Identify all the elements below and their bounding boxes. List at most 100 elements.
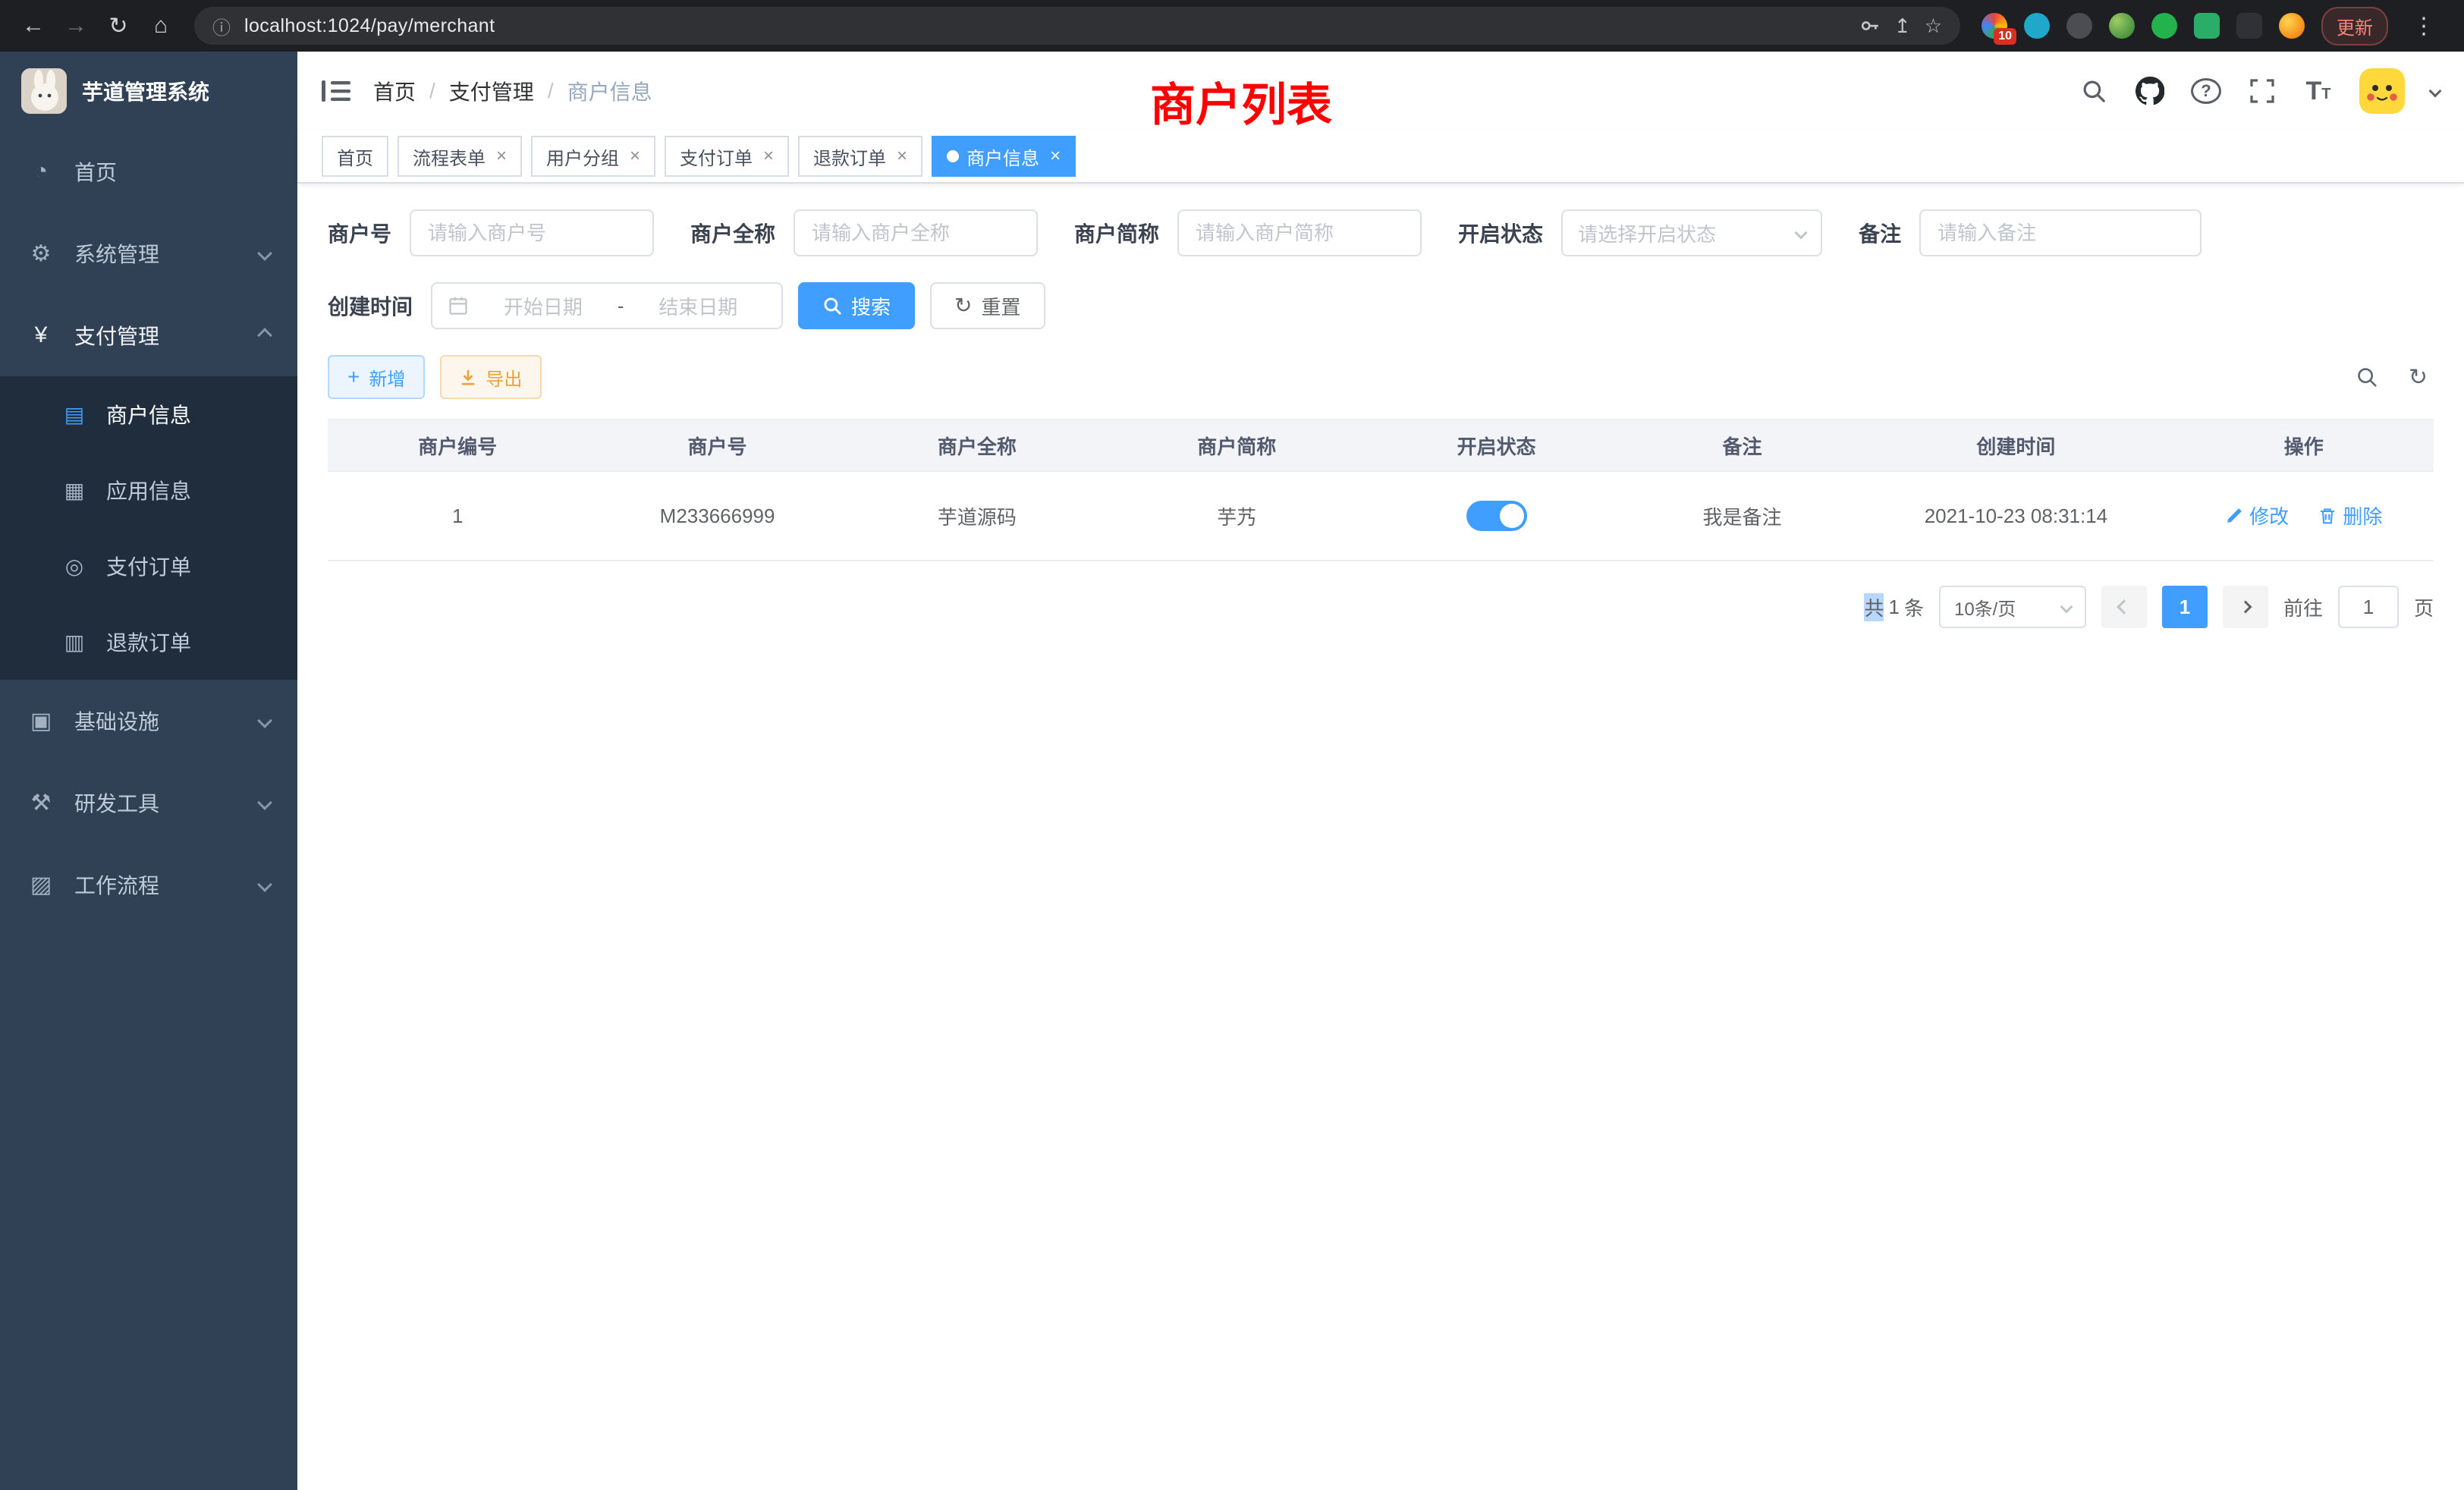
toggle-search-icon[interactable]: [2356, 366, 2378, 388]
reset-button[interactable]: ↻ 重置: [930, 282, 1045, 329]
bookmark-star-icon[interactable]: ☆: [1925, 14, 1942, 38]
close-icon[interactable]: ×: [897, 146, 907, 167]
current-page-button[interactable]: 1: [2162, 586, 2208, 628]
filter-create-time: 创建时间 开始日期 - 结束日期: [328, 282, 783, 329]
hamburger-icon[interactable]: [322, 79, 350, 103]
tab-refund-order[interactable]: 退款订单×: [798, 136, 922, 177]
next-page-button[interactable]: [2223, 586, 2268, 628]
cell-merchant-id: 1: [328, 471, 587, 561]
chevron-down-icon[interactable]: [2429, 85, 2442, 98]
extension-icon[interactable]: [2024, 13, 2050, 39]
search-icon[interactable]: [2079, 74, 2109, 108]
extension-icon[interactable]: 10: [1982, 13, 2007, 39]
gear-icon: ⚙: [27, 240, 55, 267]
sidebar-item-home[interactable]: ◔ 首页: [0, 130, 297, 212]
extension-icon[interactable]: [2279, 13, 2305, 39]
active-tab-dot: [947, 150, 959, 162]
sidebar-item-app-info[interactable]: ▦ 应用信息: [0, 452, 297, 528]
tab-user-group[interactable]: 用户分组×: [531, 136, 655, 177]
close-icon[interactable]: ×: [763, 146, 774, 167]
remark-input[interactable]: [1919, 209, 2202, 256]
tab-merchant-info[interactable]: 商户信息×: [932, 136, 1076, 177]
close-icon[interactable]: ×: [630, 146, 640, 167]
sidebar-item-merchant-info[interactable]: ▤ 商户信息: [0, 376, 297, 452]
home-icon[interactable]: ⌂: [140, 5, 182, 47]
table-row: 1 M233666999 芋道源码 芋艿 我是备注 2021-10-23 08:…: [328, 471, 2434, 561]
status-toggle[interactable]: [1466, 501, 1527, 531]
tab-home[interactable]: 首页: [322, 136, 388, 177]
sidebar-item-workflow[interactable]: ▨ 工作流程: [0, 844, 297, 926]
goto-page-input[interactable]: [2338, 586, 2399, 628]
chevron-down-icon: [257, 877, 272, 892]
font-size-icon[interactable]: TT: [2303, 74, 2334, 108]
search-button[interactable]: 搜索: [798, 282, 915, 329]
fullscreen-icon[interactable]: [2247, 74, 2277, 108]
extension-badge: 10: [1994, 28, 2016, 45]
refresh-icon: ↻: [954, 295, 972, 316]
page-content: 商户号 商户全称 商户简称 开启状态 请选择开启状态: [297, 184, 2464, 1490]
chevron-down-icon: [257, 713, 272, 728]
sidebar-item-refund-order[interactable]: ▥ 退款订单: [0, 604, 297, 680]
breadcrumb-payment[interactable]: 支付管理: [449, 76, 534, 106]
page-size-select[interactable]: 10条/页: [1939, 586, 2086, 628]
share-icon[interactable]: ↥: [1894, 14, 1911, 38]
reload-icon[interactable]: ↻: [97, 5, 140, 47]
create-time-range-picker[interactable]: 开始日期 - 结束日期: [431, 282, 783, 329]
extension-icon[interactable]: [2194, 13, 2220, 39]
sidebar-item-system[interactable]: ⚙ 系统管理: [0, 212, 297, 294]
cell-merchant-no: M233666999: [587, 471, 847, 561]
plus-icon: +: [347, 366, 360, 388]
extension-icon[interactable]: [2151, 13, 2177, 39]
col-create-time: 创建时间: [1858, 420, 2173, 471]
merchant-no-input[interactable]: [410, 209, 654, 256]
document-icon: ▥: [61, 630, 88, 655]
breadcrumb: 首页 / 支付管理 / 商户信息: [373, 76, 652, 106]
breadcrumb-separator: /: [429, 79, 435, 103]
tab-process-form[interactable]: 流程表单×: [398, 136, 522, 177]
logo[interactable]: 芋道管理系统: [0, 52, 297, 130]
close-icon[interactable]: ×: [496, 146, 507, 167]
cell-status: [1367, 471, 1626, 561]
sidebar-item-infrastructure[interactable]: ▣ 基础设施: [0, 680, 297, 762]
filter-status: 开启状态 请选择开启状态: [1458, 209, 1822, 256]
back-icon[interactable]: ←: [12, 5, 55, 47]
github-icon[interactable]: [2135, 74, 2165, 108]
extension-icon[interactable]: [2066, 13, 2092, 39]
cell-short-name: 芋艿: [1107, 471, 1366, 561]
help-icon[interactable]: ?: [2191, 78, 2221, 104]
sidebar-item-payment[interactable]: ¥ 支付管理: [0, 294, 297, 376]
extension-icon[interactable]: [2109, 13, 2135, 39]
export-button[interactable]: 导出: [440, 355, 542, 399]
sidebar-item-devtools[interactable]: ⚒ 研发工具: [0, 762, 297, 844]
breadcrumb-current: 商户信息: [567, 76, 652, 106]
breadcrumb-home[interactable]: 首页: [373, 76, 416, 106]
site-info-icon[interactable]: ⓘ: [212, 13, 231, 39]
browser-menu-icon[interactable]: ⋮: [2405, 13, 2443, 39]
total-text: 共1条: [1864, 593, 1924, 621]
filter-label: 商户全称: [690, 218, 775, 248]
col-status: 开启状态: [1367, 420, 1626, 471]
edit-button[interactable]: 修改: [2225, 501, 2289, 530]
extension-icon[interactable]: [2236, 13, 2262, 39]
browser-update-button[interactable]: 更新: [2321, 7, 2388, 46]
short-name-input[interactable]: [1177, 209, 1422, 256]
sidebar-item-pay-order[interactable]: ◎ 支付订单: [0, 528, 297, 604]
merchant-table: 商户编号 商户号 商户全称 商户简称 开启状态 备注 创建时间 操作 1 M23…: [328, 419, 2434, 561]
add-button[interactable]: + 新增: [328, 355, 425, 399]
forward-icon[interactable]: →: [55, 5, 97, 47]
cell-create-time: 2021-10-23 08:31:14: [1858, 471, 2173, 561]
refresh-table-icon[interactable]: ↻: [2409, 364, 2428, 391]
close-icon[interactable]: ×: [1050, 146, 1061, 167]
sidebar: 芋道管理系统 ◔ 首页 ⚙ 系统管理 ¥ 支付管理 ▤ 商户信息: [0, 52, 297, 1490]
password-key-icon[interactable]: [1859, 15, 1881, 36]
status-select[interactable]: 请选择开启状态: [1561, 209, 1822, 256]
delete-button[interactable]: 删除: [2318, 501, 2382, 530]
tab-pay-order[interactable]: 支付订单×: [665, 136, 789, 177]
url-bar[interactable]: ⓘ localhost:1024/pay/merchant ↥ ☆: [194, 7, 1960, 45]
date-start-placeholder: 开始日期: [475, 292, 611, 320]
col-full-name: 商户全称: [847, 420, 1107, 471]
avatar[interactable]: [2359, 68, 2405, 114]
prev-page-button[interactable]: [2101, 586, 2147, 628]
sidebar-item-label: 系统管理: [74, 238, 159, 269]
full-name-input[interactable]: [794, 209, 1038, 256]
